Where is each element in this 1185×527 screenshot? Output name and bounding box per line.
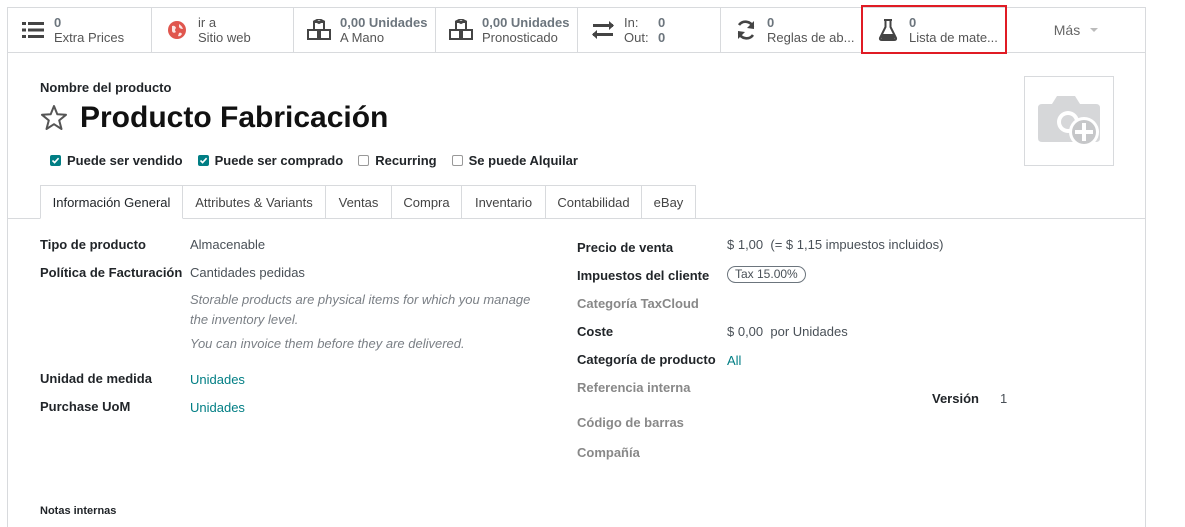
- can-be-purchased-checkbox[interactable]: Puede ser comprado: [197, 153, 344, 168]
- forecast-button[interactable]: 0,00 Unidades Pronosticado: [436, 8, 578, 52]
- tab-accounting[interactable]: Contabilidad: [546, 185, 642, 218]
- form-tabs: Información General Attributes & Variant…: [8, 185, 1146, 219]
- tab-general-information[interactable]: Información General: [40, 185, 183, 219]
- website-label: Sitio web: [198, 30, 251, 45]
- product-name-label: Nombre del producto: [40, 80, 172, 95]
- checkbox-box: [451, 155, 463, 166]
- checkbox-box: [358, 155, 370, 166]
- product-header: Nombre del producto Producto Fabricación: [40, 80, 388, 135]
- cubes-icon: [306, 17, 332, 43]
- version-label: Versión: [932, 391, 979, 406]
- sale-price-tax-included: (= $ 1,15 impuestos incluidos): [770, 237, 944, 252]
- sale-price-amount: $ 1,00: [727, 237, 764, 252]
- customer-taxes-field[interactable]: Tax 15.00%: [727, 266, 806, 283]
- version-value[interactable]: 1: [1000, 391, 1007, 406]
- extra-prices-count: 0: [54, 15, 62, 30]
- bill-of-materials-button[interactable]: 0 Lista de mate...: [861, 5, 1007, 54]
- on-hand-button[interactable]: 0,00 Unidades A Mano: [294, 8, 436, 52]
- product-image-upload[interactable]: [1024, 76, 1114, 166]
- company-label: Compañía: [577, 445, 640, 460]
- product-category-label: Categoría de producto: [577, 352, 716, 367]
- invoice-policy-label: Política de Facturación: [40, 265, 183, 280]
- reorder-rules-button[interactable]: 0 Reglas de ab...: [721, 8, 863, 52]
- more-label: Más: [1053, 22, 1081, 38]
- flask-icon: [875, 17, 901, 43]
- uom-label: Unidad de medida: [40, 371, 152, 386]
- bom-count: 0: [909, 15, 917, 30]
- on-hand-label: A Mano: [340, 30, 385, 45]
- list-icon: [20, 17, 46, 43]
- product-title[interactable]: Producto Fabricación: [80, 101, 388, 135]
- bom-label: Lista de mate...: [909, 30, 998, 45]
- can-be-rented-checkbox[interactable]: Se puede Alquilar: [451, 153, 578, 168]
- internal-reference-label: Referencia interna: [577, 380, 691, 395]
- uom-link[interactable]: Unidades: [190, 372, 245, 387]
- invoice-policy-help: You can invoice them before they are del…: [190, 336, 465, 351]
- can-be-sold-checkbox[interactable]: Puede ser vendido: [50, 153, 183, 168]
- cost-value[interactable]: $ 0,00 por Unidades: [727, 324, 848, 339]
- refresh-icon: [733, 17, 759, 43]
- extra-prices-label: Extra Prices: [54, 30, 125, 45]
- check-icon: [50, 155, 61, 166]
- product-form-sheet: 0 Extra Prices ir a Sitio web 0,00 Unidade…: [7, 5, 1146, 527]
- product-category-link[interactable]: All: [727, 353, 741, 368]
- in-out-button[interactable]: In: 0 Out: 0: [578, 8, 721, 52]
- tax-badge[interactable]: Tax 15.00%: [727, 266, 806, 283]
- caret-down-icon: [1090, 28, 1099, 32]
- tab-inventory[interactable]: Inventario: [462, 185, 546, 218]
- invoice-policy-select[interactable]: Cantidades pedidas: [190, 265, 305, 280]
- forecast-label: Pronosticado: [482, 30, 558, 45]
- cubes-icon: [448, 17, 474, 43]
- forecast-qty: 0,00 Unidades: [482, 15, 570, 30]
- star-icon[interactable]: [40, 104, 68, 132]
- product-type-select[interactable]: Almacenable: [190, 237, 265, 252]
- cost-label: Coste: [577, 324, 614, 339]
- sale-price-label: Precio de venta: [577, 240, 674, 255]
- internal-notes-label: Notas internas: [40, 505, 117, 517]
- purchase-uom-link[interactable]: Unidades: [190, 400, 245, 415]
- taxcloud-category-label: Categoría TaxCloud: [577, 296, 699, 311]
- sale-price-value[interactable]: $ 1,00 (= $ 1,15 impuestos incluidos): [727, 237, 943, 252]
- in-label: In:: [624, 15, 639, 30]
- exchange-icon: [590, 17, 616, 43]
- smart-buttons-bar: 0 Extra Prices ir a Sitio web 0,00 Unidade…: [8, 5, 1146, 54]
- website-go-label: ir a: [198, 15, 217, 30]
- out-label: Out:: [624, 30, 649, 45]
- recurring-label: Recurring: [375, 153, 437, 168]
- product-options: Puede ser vendido Puede ser comprado Rec…: [50, 153, 593, 168]
- out-count: 0: [658, 30, 666, 45]
- more-dropdown[interactable]: Más: [1006, 8, 1146, 52]
- barcode-label: Código de barras: [577, 415, 684, 430]
- customer-taxes-label: Impuestos del cliente: [577, 268, 710, 283]
- recurring-checkbox[interactable]: Recurring: [358, 153, 437, 168]
- tab-attributes-variants[interactable]: Attributes & Variants: [183, 185, 326, 218]
- globe-icon: [164, 17, 190, 43]
- extra-prices-button[interactable]: 0 Extra Prices: [8, 8, 152, 52]
- product-type-help: Storable products are physical items for…: [190, 292, 531, 327]
- check-icon: [197, 155, 209, 166]
- reorder-rules-count: 0: [767, 15, 775, 30]
- purchase-uom-label: Purchase UoM: [40, 399, 131, 414]
- can-be-sold-label: Puede ser vendido: [67, 153, 183, 168]
- can-be-rented-label: Se puede Alquilar: [468, 153, 578, 168]
- tab-ebay[interactable]: eBay: [642, 185, 696, 218]
- on-hand-qty: 0,00 Unidades: [340, 15, 428, 30]
- tab-sales[interactable]: Ventas: [326, 185, 392, 218]
- reorder-rules-label: Reglas de ab...: [767, 30, 855, 45]
- cost-amount: $ 0,00: [727, 324, 764, 339]
- product-type-label: Tipo de producto: [40, 237, 146, 252]
- in-count: 0: [658, 15, 666, 30]
- camera-plus-icon: [1038, 96, 1100, 147]
- tab-purchase[interactable]: Compra: [392, 185, 462, 218]
- cost-unit: por Unidades: [770, 324, 848, 339]
- can-be-purchased-label: Puede ser comprado: [214, 153, 344, 168]
- website-button[interactable]: ir a Sitio web: [152, 8, 294, 52]
